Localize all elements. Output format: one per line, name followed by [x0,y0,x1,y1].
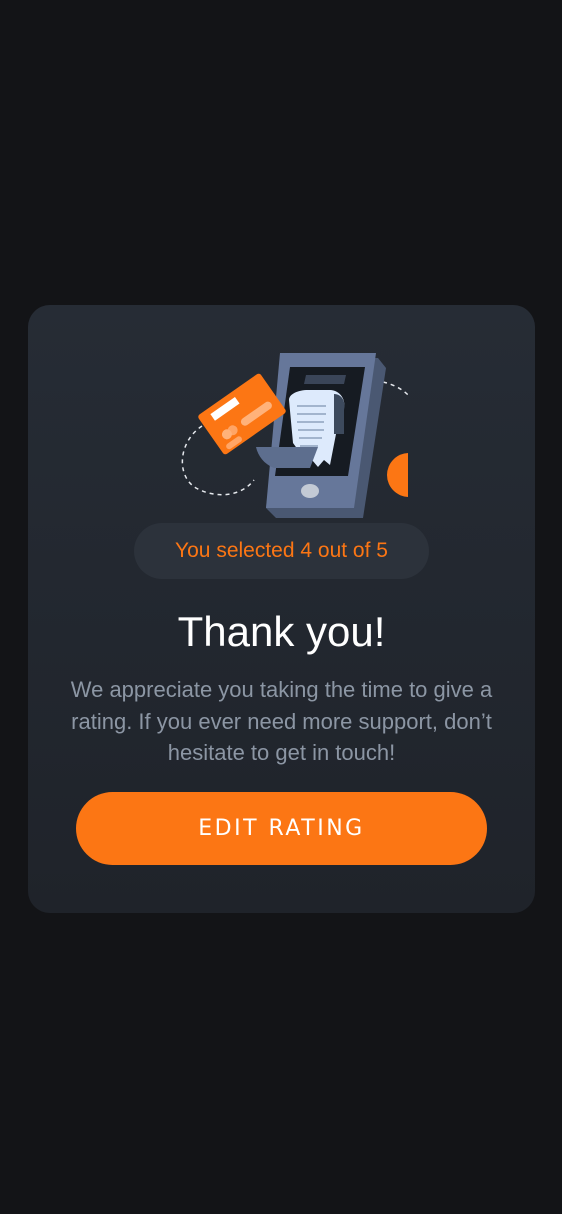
orange-dot-icon [387,453,408,497]
rating-badge: You selected 4 out of 5 [134,523,429,579]
thank-you-message: We appreciate you taking the time to giv… [70,677,493,765]
phone-receipt-card-illustration [181,353,408,518]
page-title: Thank you! [177,608,386,655]
edit-rating-button[interactable]: EDIT RATING [76,792,487,865]
rating-result-card: You selected 4 out of 5 Thank you! We ap… [28,305,535,913]
